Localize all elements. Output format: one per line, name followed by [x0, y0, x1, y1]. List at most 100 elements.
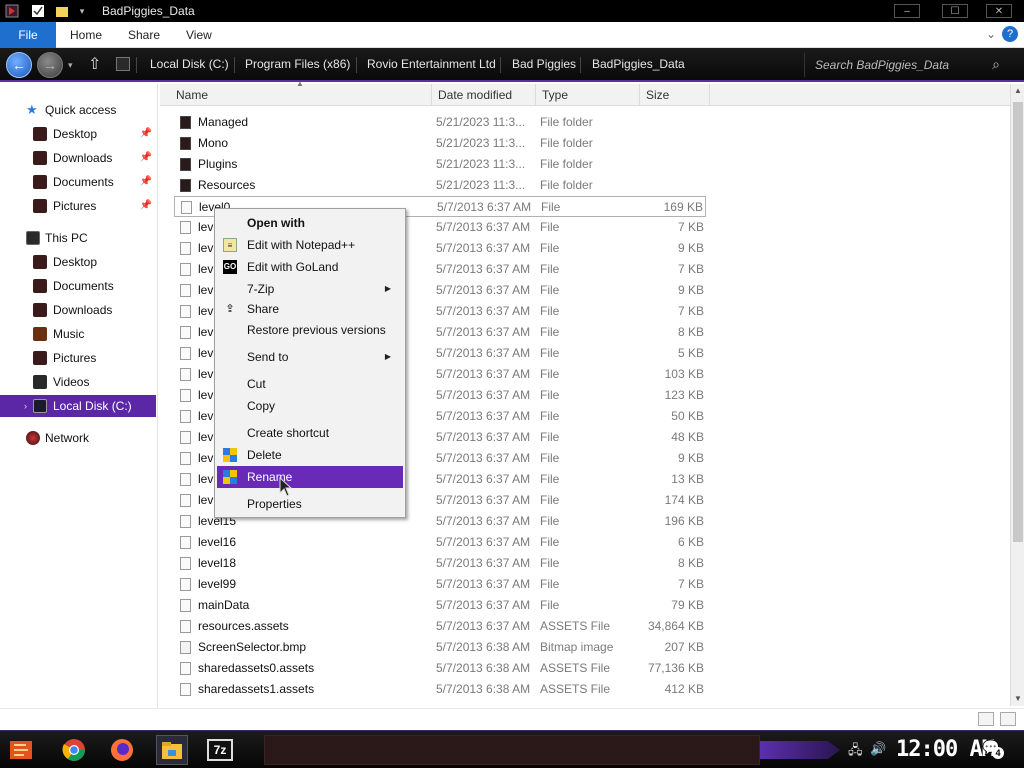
search-icon[interactable]: ⌕ [992, 56, 1000, 73]
tab-share[interactable]: Share [128, 22, 160, 48]
app-icon[interactable] [4, 3, 20, 19]
customize-toolbar-icon[interactable]: ▾ [76, 3, 88, 19]
table-row[interactable]: Mono 5/21/2023 11:3... File folder [174, 133, 706, 154]
scroll-down-icon[interactable]: ▼ [1011, 692, 1024, 706]
sidebar-item-this-pc[interactable]: This PC [0, 227, 156, 249]
goland-icon: GO [223, 260, 237, 274]
expand-ribbon-icon[interactable]: ⌄ [986, 27, 996, 41]
maximize-button[interactable]: ☐ [942, 4, 968, 18]
file-date: 5/7/2013 6:37 AM [436, 430, 531, 444]
sidebar-item-quick-access[interactable]: ★ Quick access [0, 99, 156, 121]
scroll-up-icon[interactable]: ▲ [1011, 84, 1024, 98]
mouse-cursor-icon [279, 476, 293, 497]
column-header-size[interactable]: Size [640, 84, 710, 106]
menu-item-open-with[interactable]: Open with [217, 212, 403, 234]
notepad-icon: ≡ [223, 238, 237, 252]
sidebar-item-pc-desktop[interactable]: Desktop [0, 251, 156, 273]
menu-item-send-to[interactable]: Send to ▶ [217, 346, 403, 368]
sidebar-item-downloads[interactable]: Downloads 📌 [0, 147, 156, 169]
menu-item-cut[interactable]: Cut [217, 373, 403, 395]
properties-icon[interactable] [30, 3, 46, 19]
table-row[interactable]: level18 5/7/2013 6:37 AM File 8 KB [174, 553, 706, 574]
sidebar-item-desktop[interactable]: Desktop 📌 [0, 123, 156, 145]
sidebar-item-pc-downloads[interactable]: Downloads [0, 299, 156, 321]
up-button[interactable]: ⇧ [88, 54, 101, 74]
breadcrumb-rovio[interactable]: Rovio Entertainment Ltd [367, 57, 496, 71]
menu-item-create-shortcut[interactable]: Create shortcut [217, 422, 403, 444]
file-date: 5/7/2013 6:38 AM [436, 682, 531, 696]
file-name: lev [198, 451, 214, 465]
minimize-button[interactable]: – [894, 4, 920, 18]
table-row[interactable]: level99 5/7/2013 6:37 AM File 7 KB [174, 574, 706, 595]
clock[interactable]: 12:00 AM [896, 737, 995, 762]
file-icon [180, 389, 191, 402]
table-row[interactable]: resources.assets 5/7/2013 6:37 AM ASSETS F… [174, 616, 706, 637]
sidebar-item-pc-videos[interactable]: Videos [0, 371, 156, 393]
sidebar-item-pc-music[interactable]: Music [0, 323, 156, 345]
table-row[interactable]: Managed 5/21/2023 11:3... File folder [174, 112, 706, 133]
start-icon[interactable] [6, 735, 38, 765]
scroll-thumb[interactable] [1013, 102, 1023, 542]
file-name: lev [198, 409, 214, 423]
sidebar-item-pictures[interactable]: Pictures 📌 [0, 195, 156, 217]
table-row[interactable]: sharedassets1.assets 5/7/2013 6:38 AM ASSE… [174, 679, 706, 700]
menu-item-7zip[interactable]: 7-Zip ▶ [217, 278, 403, 300]
back-button[interactable]: ← [6, 52, 32, 78]
menu-item-restore-versions[interactable]: Restore previous versions [217, 319, 403, 341]
breadcrumb-local-disk[interactable]: Local Disk (C:) [150, 57, 229, 71]
help-icon[interactable]: ? [1002, 26, 1018, 42]
tab-file[interactable]: File [0, 22, 56, 48]
sidebar-item-documents[interactable]: Documents 📌 [0, 171, 156, 193]
file-explorer-icon[interactable] [156, 735, 188, 765]
file-icon [180, 242, 191, 255]
column-header-date[interactable]: Date modified [432, 84, 536, 106]
recent-locations-icon[interactable]: ▾ [68, 60, 73, 71]
network-tray-icon[interactable]: 🖧 [848, 741, 863, 763]
menu-item-edit-notepad[interactable]: ≡ Edit with Notepad++ [217, 234, 403, 256]
notification-count-badge: 4 [992, 747, 1004, 759]
search-box[interactable]: Search BadPiggies_Data ⌕ [804, 53, 1010, 77]
sidebar-item-network[interactable]: Network [0, 427, 156, 449]
firefox-icon[interactable] [106, 735, 138, 765]
file-date: 5/7/2013 6:37 AM [436, 451, 531, 465]
file-type: File folder [540, 178, 593, 192]
table-row[interactable]: level16 5/7/2013 6:37 AM File 6 KB [174, 532, 706, 553]
tab-view[interactable]: View [186, 22, 212, 48]
file-icon [180, 536, 191, 549]
file-date: 5/7/2013 6:37 AM [436, 577, 531, 591]
breadcrumb-program-files[interactable]: Program Files (x86) [245, 57, 350, 71]
table-row[interactable]: mainData 5/7/2013 6:37 AM File 79 KB [174, 595, 706, 616]
menu-item-delete[interactable]: Delete [217, 444, 403, 466]
notification-center-icon[interactable]: 💬 4 [982, 739, 1004, 759]
menu-item-rename[interactable]: Rename [217, 466, 403, 488]
menu-item-edit-goland[interactable]: GO Edit with GoLand [217, 256, 403, 278]
file-icon [180, 515, 191, 528]
chevron-right-icon[interactable]: › [24, 395, 27, 417]
table-row[interactable]: Plugins 5/21/2023 11:3... File folder [174, 154, 706, 175]
table-row[interactable]: sharedassets0.assets 5/7/2013 6:38 AM ASSE… [174, 658, 706, 679]
file-size: 79 KB [671, 598, 704, 612]
file-size: 174 KB [664, 493, 704, 507]
forward-button[interactable]: → [37, 52, 63, 78]
breadcrumb-bad-piggies[interactable]: Bad Piggies [512, 57, 576, 71]
chrome-icon[interactable] [58, 735, 90, 765]
column-header-name[interactable]: Name [170, 84, 432, 106]
sidebar-item-local-disk[interactable]: › Local Disk (C:) [0, 395, 156, 417]
table-row[interactable]: Resources 5/21/2023 11:3... File folder [174, 175, 706, 196]
breadcrumb-badpiggies-data[interactable]: BadPiggies_Data [592, 57, 685, 71]
vertical-scrollbar[interactable]: ▲ ▼ [1010, 84, 1024, 706]
sidebar-item-pc-documents[interactable]: Documents [0, 275, 156, 297]
close-button[interactable]: ✕ [986, 4, 1012, 18]
new-folder-icon[interactable] [54, 3, 70, 19]
menu-item-properties[interactable]: Properties [217, 493, 403, 515]
menu-item-copy[interactable]: Copy [217, 395, 403, 417]
7zip-icon[interactable]: 7z [204, 735, 236, 765]
tab-home[interactable]: Home [70, 22, 102, 48]
volume-icon[interactable]: 🔊 [870, 741, 886, 757]
large-icons-view-icon[interactable] [1000, 712, 1016, 726]
sidebar-item-pc-pictures[interactable]: Pictures [0, 347, 156, 369]
column-header-type[interactable]: Type [536, 84, 640, 106]
table-row[interactable]: ScreenSelector.bmp 5/7/2013 6:38 AM Bitmap… [174, 637, 706, 658]
details-view-icon[interactable] [978, 712, 994, 726]
menu-item-share[interactable]: ⇪ Share [217, 298, 403, 320]
